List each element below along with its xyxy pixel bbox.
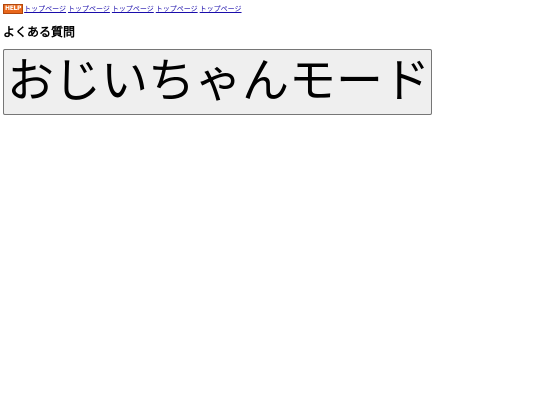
- page-title: よくある質問: [3, 25, 76, 39]
- nav-link-top-4[interactable]: トップページ: [156, 4, 198, 14]
- nav-link-top-3[interactable]: トップページ: [112, 4, 154, 14]
- help-logo[interactable]: HELP: [3, 4, 24, 14]
- nav-link-top-1[interactable]: トップページ: [24, 4, 66, 14]
- page: HELP トップページ トップページ トップページ トップページ トップページ …: [0, 0, 540, 405]
- nav-link-top-5[interactable]: トップページ: [200, 4, 242, 14]
- breadcrumb-nav: HELP トップページ トップページ トップページ トップページ トップページ: [3, 4, 537, 14]
- nav-link-top-2[interactable]: トップページ: [68, 4, 110, 14]
- grandpa-mode-button[interactable]: おじいちゃんモード: [3, 49, 432, 115]
